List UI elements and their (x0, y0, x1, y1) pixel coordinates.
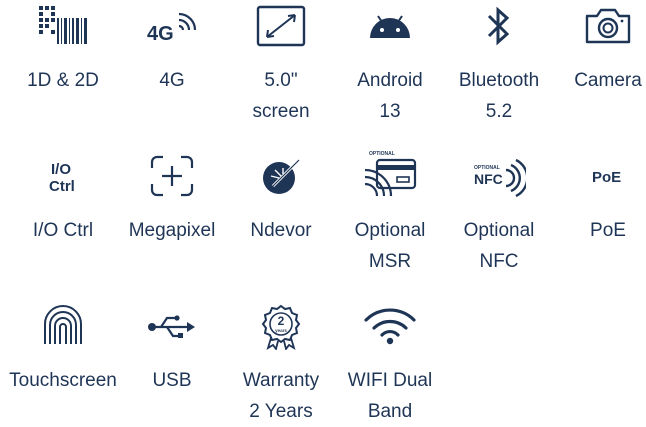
msr-card-icon: OPTIONAL (361, 150, 419, 198)
svg-text:PoE: PoE (592, 169, 621, 186)
svg-text:Ctrl: Ctrl (49, 178, 75, 195)
warranty-badge-icon: 2 years (261, 304, 301, 350)
android-icon (368, 12, 412, 40)
poe-icon: PoE (588, 160, 628, 190)
svg-text:I/O: I/O (51, 161, 71, 178)
svg-text:2: 2 (278, 314, 285, 328)
screen-size-icon (255, 4, 307, 48)
barcode-icon (37, 4, 89, 44)
wifi-icon (363, 304, 417, 346)
svg-text:OPTIONAL: OPTIONAL (369, 151, 395, 157)
4g-signal-icon: 4G (145, 4, 199, 44)
bluetooth-icon (485, 4, 513, 48)
feature-label: WIFI Dual Band (347, 370, 433, 422)
usb-icon (147, 312, 197, 342)
camera-icon (583, 6, 633, 46)
svg-text:NFC: NFC (474, 171, 503, 187)
ndevor-icon (259, 156, 303, 198)
svg-text:years: years (275, 328, 287, 333)
megapixel-icon (149, 154, 195, 198)
feature-label: PoE (590, 220, 626, 241)
feature-label: Camera (574, 70, 642, 91)
fingerprint-touch-icon (40, 304, 86, 348)
svg-text:4G: 4G (147, 23, 174, 44)
io-ctrl-icon: I/O Ctrl (41, 156, 85, 196)
nfc-icon: OPTIONAL NFC (472, 156, 526, 198)
